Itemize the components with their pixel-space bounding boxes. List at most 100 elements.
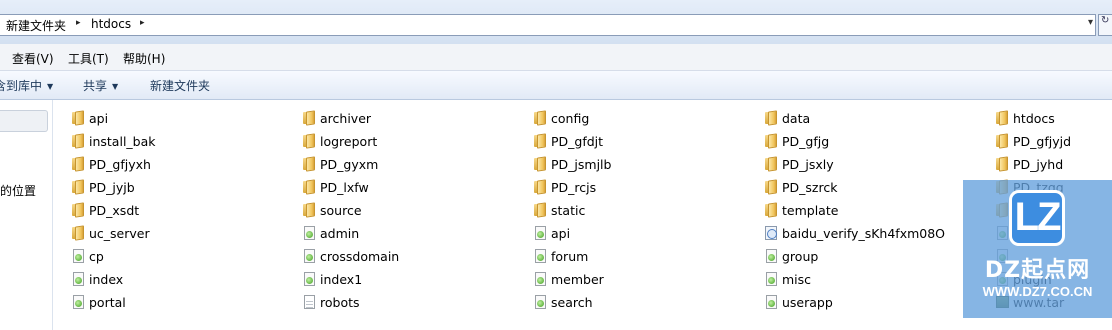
file-list: api install_bak PD_gfjyxh PD_jyjb PD_xsdt uc_… (53, 100, 1112, 330)
php-file-icon (302, 225, 316, 241)
watermark-logo-text: LZ (1014, 195, 1062, 239)
php-file-icon (71, 294, 85, 310)
file-item[interactable]: uc_server (71, 223, 271, 243)
nav-selected-item[interactable] (0, 110, 48, 132)
file-name: static (551, 202, 586, 218)
share-button[interactable]: 共享 ▼ (83, 77, 118, 94)
file-item[interactable]: PD_gyxm (302, 154, 502, 174)
file-name: PD_jsmjlb (551, 156, 612, 172)
breadcrumb-separator-icon[interactable]: ▸ (140, 18, 145, 28)
php-file-icon (533, 294, 547, 310)
file-name: group (782, 248, 819, 264)
file-item[interactable]: PD_jyjb (71, 177, 271, 197)
folder-icon (995, 133, 1009, 149)
php-file-icon (764, 248, 778, 264)
folder-icon (533, 110, 547, 126)
watermark-title: DZ起点网 (984, 258, 1091, 283)
file-name: userapp (782, 294, 833, 310)
file-item[interactable]: PD_jsxly (764, 154, 964, 174)
breadcrumb-htdocs[interactable]: htdocs (91, 17, 131, 31)
php-file-icon (764, 294, 778, 310)
watermark-url: WWW.DZ7.CO.CN (982, 284, 1093, 299)
file-name: PD_gfdjt (551, 133, 604, 149)
folder-icon (764, 133, 778, 149)
file-item[interactable]: crossdomain (302, 246, 502, 266)
php-file-icon (764, 271, 778, 287)
file-item[interactable]: archiver (302, 108, 502, 128)
file-item[interactable]: admin (302, 223, 502, 243)
address-history-dropdown-icon[interactable]: ▾ (1088, 17, 1093, 28)
include-in-library-label: 含到库中 (0, 79, 43, 93)
file-item[interactable]: htdocs (995, 108, 1112, 128)
file-item[interactable]: cp (71, 246, 271, 266)
folder-icon (995, 156, 1009, 172)
file-item[interactable]: PD_szrck (764, 177, 964, 197)
menu-view[interactable]: 查看(V) (12, 50, 54, 67)
folder-icon (764, 179, 778, 195)
file-item[interactable]: PD_gfjyxh (71, 154, 271, 174)
folder-icon (302, 133, 316, 149)
file-name: PD_rcjs (551, 179, 597, 195)
file-item[interactable]: PD_gfjg (764, 131, 964, 151)
file-name: api (551, 225, 571, 241)
file-item[interactable]: robots (302, 292, 502, 312)
breadcrumb-new-folder[interactable]: 新建文件夹 (6, 17, 66, 34)
refresh-button[interactable]: ↻ (1098, 14, 1112, 36)
file-name: crossdomain (320, 248, 400, 264)
folder-icon (71, 179, 85, 195)
chevron-down-icon: ▼ (47, 82, 54, 91)
file-item[interactable]: PD_lxfw (302, 177, 502, 197)
menu-help[interactable]: 帮助(H) (123, 50, 165, 67)
file-item[interactable]: member (533, 269, 733, 289)
php-file-icon (71, 248, 85, 264)
file-name: api (89, 110, 109, 126)
file-item[interactable]: static (533, 200, 733, 220)
address-bar-strip: 新建文件夹 ▸ htdocs ▸ ▾ ↻ (0, 0, 1112, 44)
file-item[interactable]: source (302, 200, 502, 220)
file-item[interactable]: portal (71, 292, 271, 312)
file-item[interactable]: data (764, 108, 964, 128)
menu-tools[interactable]: 工具(T) (68, 50, 109, 67)
chevron-down-icon: ▼ (112, 82, 119, 91)
folder-icon (764, 202, 778, 218)
file-item[interactable]: misc (764, 269, 964, 289)
file-name: data (782, 110, 811, 126)
folder-icon (533, 133, 547, 149)
file-item[interactable]: PD_xsdt (71, 200, 271, 220)
file-item[interactable]: api (533, 223, 733, 243)
file-item[interactable]: PD_gfjyjd (995, 131, 1112, 151)
new-folder-button[interactable]: 新建文件夹 (150, 77, 210, 94)
address-bar[interactable]: 新建文件夹 ▸ htdocs ▸ ▾ (0, 14, 1096, 36)
file-name: PD_jyhd (1013, 156, 1064, 172)
file-item[interactable]: baidu_verify_sKh4fxm08O (764, 223, 964, 243)
file-item[interactable]: api (71, 108, 271, 128)
file-item[interactable]: PD_gfdjt (533, 131, 733, 151)
include-in-library-button[interactable]: 含到库中 ▼ (0, 77, 53, 94)
file-item[interactable]: search (533, 292, 733, 312)
file-item[interactable]: config (533, 108, 733, 128)
file-item[interactable]: forum (533, 246, 733, 266)
file-name: PD_jyjb (89, 179, 135, 195)
file-name: search (551, 294, 593, 310)
file-name: misc (782, 271, 812, 287)
folder-icon (533, 202, 547, 218)
file-name: baidu_verify_sKh4fxm08O (782, 225, 946, 241)
file-item[interactable]: template (764, 200, 964, 220)
file-item[interactable]: index (71, 269, 271, 289)
file-item[interactable]: userapp (764, 292, 964, 312)
menu-bar: 查看(V) 工具(T) 帮助(H) (0, 44, 1112, 71)
nav-item-locations[interactable]: 的位置 (0, 182, 36, 199)
file-item[interactable]: PD_jsmjlb (533, 154, 733, 174)
file-item[interactable]: PD_jyhd (995, 154, 1112, 174)
file-item[interactable]: install_bak (71, 131, 271, 151)
file-item[interactable]: logreport (302, 131, 502, 151)
php-file-icon (533, 225, 547, 241)
file-item[interactable]: PD_rcjs (533, 177, 733, 197)
file-name: uc_server (89, 225, 150, 241)
php-file-icon (533, 248, 547, 264)
file-item[interactable]: group (764, 246, 964, 266)
breadcrumb-separator-icon[interactable]: ▸ (76, 18, 81, 28)
folder-icon (533, 156, 547, 172)
file-name: index1 (320, 271, 363, 287)
file-item[interactable]: index1 (302, 269, 502, 289)
